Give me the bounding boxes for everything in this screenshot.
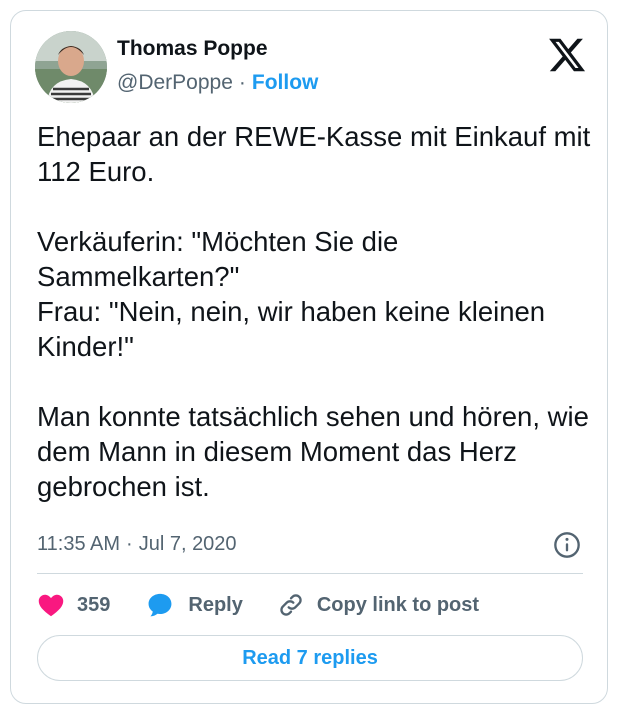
author-handle[interactable]: @DerPoppe <box>117 71 233 94</box>
x-logo-icon[interactable] <box>547 35 587 75</box>
heart-icon <box>38 594 64 617</box>
link-icon <box>280 594 302 616</box>
like-count: 359 <box>77 593 111 616</box>
follow-button[interactable]: Follow <box>252 71 319 94</box>
speech-bubble-icon <box>148 593 172 617</box>
divider <box>37 573 583 574</box>
reply-label: Reply <box>188 593 243 616</box>
tweet-date: Jul 7, 2020 <box>138 533 237 555</box>
reply-button[interactable]: Reply <box>146 591 243 619</box>
tweet-time: 11:35 AM <box>37 533 121 555</box>
tweet-paragraph: Man konnte tatsächlich sehen und hören, … <box>37 401 589 502</box>
separator: · <box>126 533 133 555</box>
copy-link-label: Copy link to post <box>316 593 480 616</box>
tweet-timestamp[interactable]: 11:35 AM · Jul 7, 2020 <box>37 533 237 556</box>
tweet-paragraph: Verkäuferin: "Möchten Sie die Sammelkart… <box>37 226 546 362</box>
read-replies-button[interactable]: Read 7 replies <box>37 635 583 681</box>
like-button[interactable]: 359 <box>37 591 110 619</box>
tweet-card: Thomas Poppe @DerPoppe · Follow Ehepaar an… <box>10 10 608 704</box>
info-icon[interactable] <box>553 531 581 559</box>
avatar-image <box>35 31 107 103</box>
tweet-text: Ehepaar an der REWE-Kasse mit Einkauf mi… <box>37 119 593 504</box>
action-bar: 359 Reply Copy link to post <box>37 589 479 621</box>
avatar[interactable] <box>35 31 107 103</box>
tweet-paragraph: Ehepaar an der REWE-Kasse mit Einkauf mi… <box>37 121 591 187</box>
handle-row: @DerPoppe · Follow <box>117 71 318 95</box>
separator: · <box>238 71 246 94</box>
author-name[interactable]: Thomas Poppe <box>117 37 268 61</box>
copy-link-button[interactable]: Copy link to post <box>277 591 479 619</box>
